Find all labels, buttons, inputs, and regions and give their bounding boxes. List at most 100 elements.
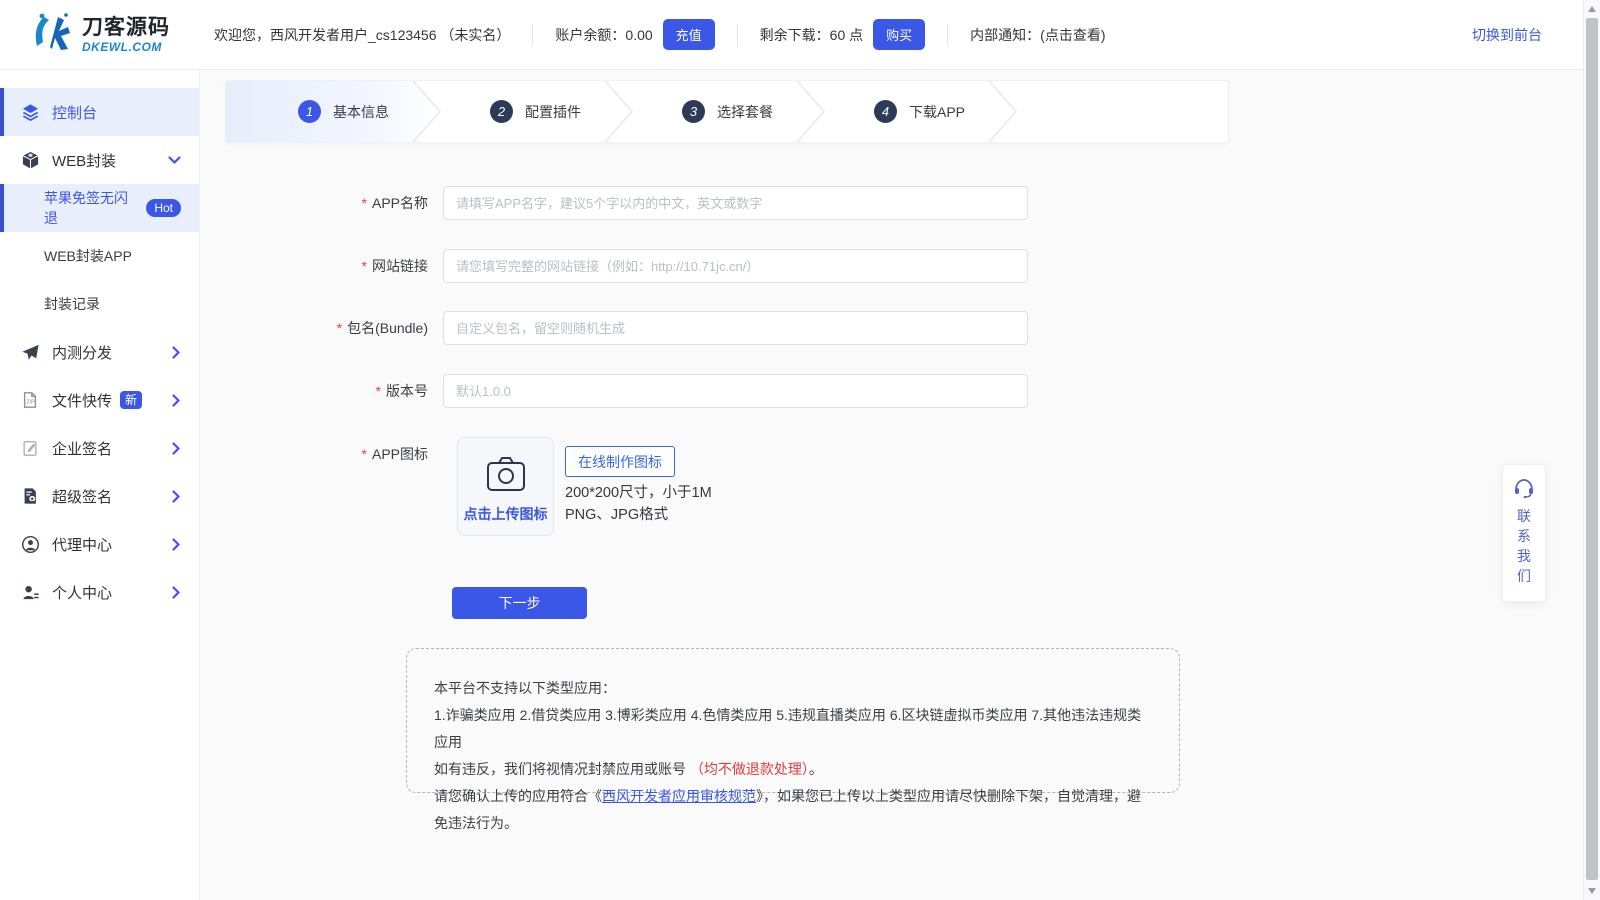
step-download-app: 4 下载APP [802,81,994,142]
scroll-up-arrow[interactable] [1588,6,1596,12]
sidebar-item-web-package-app[interactable]: WEB封装APP [0,232,199,280]
make-icon-online-button[interactable]: 在线制作图标 [565,446,675,477]
downloads-label: 剩余下载： [760,25,830,45]
sidebar-item-file-transfer[interactable]: ZIP 文件快传 新 [0,376,199,424]
chevron-right-icon [172,538,181,551]
step-label: 基本信息 [333,102,389,122]
sidebar: 控制台 WEB封装 苹果免签无闪退 Hot WEB封装APP 封装记录 内测分发 [0,70,200,900]
balance-group: 账户余额： 0.00 充值 [555,19,714,50]
headset-icon [1513,478,1535,498]
sidebar-item-apple-sign[interactable]: 苹果免签无闪退 Hot [0,184,199,232]
file-icon: ZIP [20,390,40,410]
switch-to-front-link[interactable]: 切换到前台 [1472,25,1542,45]
svg-text:ZIP: ZIP [26,400,35,406]
next-step-button[interactable]: 下一步 [452,587,587,619]
contact-us-widget[interactable]: 联系我们 [1502,464,1546,602]
sidebar-item-beta-distribution[interactable]: 内测分发 [0,328,199,376]
review-spec-link[interactable]: 西风开发者应用审核规范 [602,788,756,804]
sidebar-item-label: 个人中心 [52,582,112,603]
sidebar-item-label: 控制台 [52,102,97,123]
sidebar-item-label: 内测分发 [52,342,112,363]
chevron-down-icon [168,156,181,165]
paper-plane-icon [20,342,40,362]
icon-upload-dropzone[interactable]: 点击上传图标 [457,437,554,536]
site-url-label: *网站链接 [260,249,428,283]
welcome-text: 欢迎您，西风开发者用户_cs123456 （未实名） [214,25,510,45]
sidebar-item-label: WEB封装APP [44,246,132,266]
icon-size-hint: 200*200尺寸，小于1M [565,481,712,502]
vertical-scrollbar[interactable] [1583,0,1600,900]
logo-icon [30,9,76,60]
header-divider [532,24,533,46]
step-configure-plugins: 2 配置插件 [418,81,610,142]
required-mark: * [362,195,367,211]
sidebar-item-label: 文件快传 [52,390,112,411]
chevron-right-icon [172,346,181,359]
sidebar-item-label: 代理中心 [52,534,112,555]
sidebar-item-web-package[interactable]: WEB封装 [0,136,199,184]
hot-badge: Hot [146,199,181,217]
sidebar-item-personal-center[interactable]: 个人中心 [0,568,199,616]
new-badge: 新 [120,391,142,409]
downloads-group: 剩余下载： 60 点 购买 [760,19,925,50]
sidebar-item-label: 超级签名 [52,486,112,507]
bundle-name-input[interactable] [443,311,1028,345]
no-refund-warning: （均不做退款处理） [690,761,809,777]
sidebar-item-console[interactable]: 控制台 [0,88,199,136]
step-basic-info: 1 基本信息 [226,81,418,142]
icon-format-hint: PNG、JPG格式 [565,503,668,524]
logo-title: 刀客源码 [82,17,170,38]
logo-domain: DKEWL.COM [82,41,170,53]
app-name-label: *APP名称 [260,186,428,220]
scrollbar-thumb[interactable] [1586,18,1598,880]
recharge-button[interactable]: 充值 [663,19,715,50]
buy-button[interactable]: 购买 [873,19,925,50]
notice-line-1: 本平台不支持以下类型应用： [434,675,1153,702]
certificate-file-icon [20,486,40,506]
sidebar-item-label: 苹果免签无闪退 [44,188,138,228]
step-number: 1 [298,100,321,123]
bundle-name-label: *包名(Bundle) [260,311,428,345]
balance-label: 账户余额： [555,25,625,45]
step-wizard: 1 基本信息 2 配置插件 3 选择套餐 4 下载APP [225,80,1229,143]
header-divider [947,24,948,46]
sidebar-item-label: 封装记录 [44,294,100,314]
agent-person-icon [20,534,40,554]
app-icon-label: *APP图标 [260,437,428,471]
site-url-input[interactable] [443,249,1028,283]
sidebar-item-agent-center[interactable]: 代理中心 [0,520,199,568]
internal-notice-label: 内部通知： [970,25,1040,45]
required-mark: * [376,383,381,399]
step-label: 配置插件 [525,102,581,122]
step-label: 下载APP [909,102,965,122]
downloads-value: 60 点 [830,25,863,45]
clipboard-pen-icon [20,438,40,458]
step-number: 4 [874,100,897,123]
contact-us-label: 联系我们 [1516,506,1532,586]
logo[interactable]: 刀客源码 DKEWL.COM [0,0,200,70]
user-icon [20,582,40,602]
dashboard-layers-icon [20,102,40,122]
sidebar-item-enterprise-sign[interactable]: 企业签名 [0,424,199,472]
internal-notice-link[interactable]: (点击查看) [1040,25,1105,45]
required-mark: * [362,446,367,462]
notice-line-2: 1.诈骗类应用 2.借贷类应用 3.博彩类应用 4.色情类应用 5.违规直播类应… [434,702,1153,756]
camera-icon [486,456,526,492]
policy-notice-box: 本平台不支持以下类型应用： 1.诈骗类应用 2.借贷类应用 3.博彩类应用 4.… [406,648,1180,793]
sidebar-item-super-sign[interactable]: 超级签名 [0,472,199,520]
chevron-right-icon [172,442,181,455]
upload-icon-text: 点击上传图标 [464,504,548,524]
scroll-down-arrow[interactable] [1588,888,1596,894]
step-number: 2 [490,100,513,123]
sidebar-item-label: WEB封装 [52,150,116,171]
notice-line-3: 如有违反，我们将视情况封禁应用或账号 （均不做退款处理）。 [434,756,1153,783]
sidebar-item-label: 企业签名 [52,438,112,459]
step-number: 3 [682,100,705,123]
version-input[interactable] [443,374,1028,408]
cube-icon [20,150,40,170]
sidebar-item-package-records[interactable]: 封装记录 [0,280,199,328]
chevron-right-icon [172,586,181,599]
app-name-input[interactable] [443,186,1028,220]
header-divider [737,24,738,46]
required-mark: * [362,258,367,274]
